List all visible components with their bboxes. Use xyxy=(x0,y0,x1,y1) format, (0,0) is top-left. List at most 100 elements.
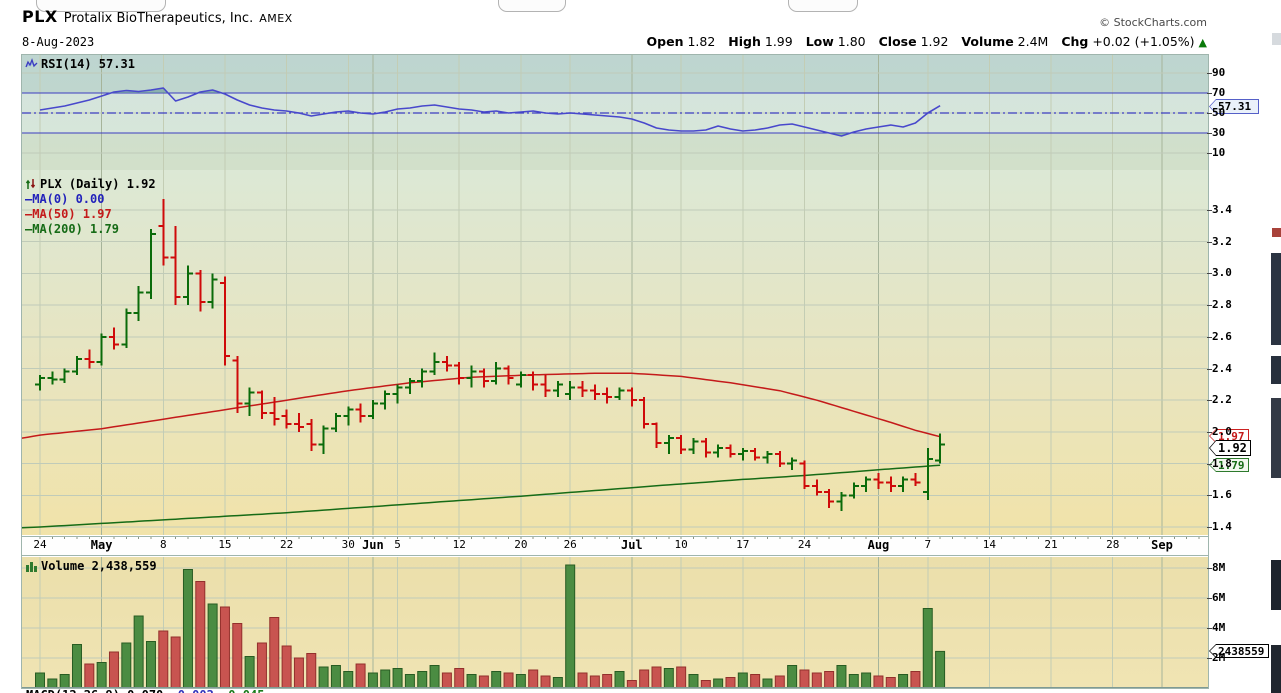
ma50-legend: —MA(50) 1.97 xyxy=(25,207,112,221)
price-axis-label: 3.0 xyxy=(1212,266,1232,280)
ma200-label: MA(200) 1.79 xyxy=(32,222,119,236)
volume-legend: Volume 2,438,559 xyxy=(25,559,157,575)
close-tag-text: 1.92 xyxy=(1218,441,1247,455)
axis-tick-mark xyxy=(1207,527,1212,528)
right-edge-artifact xyxy=(1272,33,1281,45)
axis-tick-mark xyxy=(1207,658,1212,659)
axis-tick-mark xyxy=(1207,400,1212,402)
axis-tick-mark xyxy=(1207,210,1212,211)
date-axis-label: 17 xyxy=(736,538,750,551)
ma0-label: MA(0) 0.00 xyxy=(32,192,105,206)
price-axis-label: 2.2 xyxy=(1212,393,1232,407)
low-label: Low xyxy=(805,34,834,49)
ticker-symbol: PLX xyxy=(22,7,58,26)
axis-tick-mark xyxy=(1207,336,1212,338)
date-axis-label: 24 xyxy=(33,538,47,551)
axis-tick-mark xyxy=(1207,628,1212,629)
volume-label: Volume xyxy=(961,34,1014,49)
date-axis-label: 15 xyxy=(218,538,232,551)
date-axis-label: 26 xyxy=(563,538,577,551)
date-axis-label: 20 xyxy=(514,538,528,551)
axis-tick-mark xyxy=(1207,241,1212,243)
date-axis-label: 14 xyxy=(982,538,997,551)
volume-panel xyxy=(22,557,1208,688)
volume-axis-label: 6M xyxy=(1212,591,1226,604)
axis-tick-mark xyxy=(1207,153,1212,154)
chart-header: PLX Protalix BioTherapeutics, Inc. AMEX xyxy=(22,7,293,26)
volume-axis-label: 2M xyxy=(1212,651,1226,664)
top-cutoff-button[interactable] xyxy=(788,0,858,12)
right-edge-artifact xyxy=(1271,560,1281,610)
volume-legend-label: Volume 2,438,559 xyxy=(41,559,157,573)
rsi-axis-label: 70 xyxy=(1212,86,1226,99)
macd-value2: 0.002, xyxy=(171,688,221,693)
ma200-legend: —MA(200) 1.79 xyxy=(25,222,119,236)
top-cutoff-tab[interactable] xyxy=(498,0,566,12)
date-axis-label: Sep xyxy=(1151,538,1173,552)
close-value-tag: 1.92 xyxy=(1209,440,1251,456)
date-axis-label: 7 xyxy=(924,538,932,551)
copyright-note: © StockCharts.com xyxy=(1099,16,1207,29)
right-edge-artifact xyxy=(1271,356,1281,384)
price-axis-label: 1.8 xyxy=(1212,456,1232,470)
axis-tick-mark xyxy=(1207,93,1212,94)
price-axis-label: 3.4 xyxy=(1212,203,1232,216)
ma50-label: MA(50) 1.97 xyxy=(32,207,112,221)
rsi-legend-label: RSI(14) 57.31 xyxy=(41,57,135,71)
axis-tick-mark xyxy=(1207,368,1212,370)
date-axis-label: Aug xyxy=(867,538,890,552)
rsi-panel xyxy=(22,55,1208,170)
date-axis-label: 5 xyxy=(394,538,401,551)
price-panel xyxy=(22,170,1208,535)
chg-label: Chg xyxy=(1061,34,1089,49)
axis-tick-mark xyxy=(1207,598,1212,599)
macd-value1: 0.070, xyxy=(120,688,170,693)
price-axis-label: 1.6 xyxy=(1212,488,1232,502)
date-axis-label: Jul xyxy=(620,538,643,552)
date-axis-label: 22 xyxy=(279,538,294,551)
volume-axis-label: 4M xyxy=(1212,621,1226,634)
axis-tick-mark xyxy=(1207,463,1212,465)
right-edge-artifact xyxy=(1272,228,1281,237)
chg-value: +0.02 (+1.05%) xyxy=(1092,34,1195,49)
right-edge-artifact xyxy=(1271,398,1281,478)
clipped-macd-legend: MACD(12,26,9) 0.070, 0.002, 0.045 xyxy=(26,688,264,693)
close-value: 1.92 xyxy=(920,34,949,49)
rsi-wave-icon xyxy=(25,58,38,73)
rsi-axis-label: 30 xyxy=(1212,126,1226,139)
axis-tick-mark xyxy=(1207,113,1212,114)
axis-tick-mark xyxy=(1207,431,1212,433)
right-edge-artifact xyxy=(1271,645,1281,693)
macd-value3: 0.045 xyxy=(221,688,264,693)
axis-tick-mark xyxy=(1207,305,1212,307)
volume-value: 2.4M xyxy=(1017,34,1049,49)
price-legend-label: PLX (Daily) 1.92 xyxy=(40,177,156,191)
rsi-plot xyxy=(22,55,1208,170)
stockcharts-daily-chart: PLX Protalix BioTherapeutics, Inc. AMEX © … xyxy=(0,0,1281,693)
price-axis-label: 2.8 xyxy=(1212,298,1232,312)
axis-tick-mark xyxy=(1207,568,1212,569)
open-value: 1.82 xyxy=(687,34,716,49)
rsi-legend: RSI(14) 57.31 xyxy=(25,57,135,73)
low-value: 1.80 xyxy=(837,34,866,49)
axis-tick-mark xyxy=(1207,273,1212,275)
date-axis-label: 24 xyxy=(797,538,812,551)
date-axis-label: 10 xyxy=(674,538,688,551)
right-edge-artifact xyxy=(1271,253,1281,345)
volume-bars-icon xyxy=(25,560,38,575)
date-axis-label: May xyxy=(90,538,113,552)
up-arrow-icon: ▲ xyxy=(1198,36,1207,49)
close-label: Close xyxy=(878,34,917,49)
volume-plot xyxy=(22,557,1208,688)
updown-arrows-icon xyxy=(25,178,37,193)
rsi-axis-label: 50 xyxy=(1212,106,1226,119)
volume-axis-label: 8M xyxy=(1212,561,1226,574)
date-axis-label: 28 xyxy=(1106,538,1120,551)
price-axis-label: 3.2 xyxy=(1212,234,1232,248)
price-plot xyxy=(22,170,1208,535)
macd-label: MACD(12,26,9) xyxy=(26,688,120,693)
ma0-legend: —MA(0) 0.00 xyxy=(25,192,104,206)
quote-summary: Open 1.82 High 1.99 Low 1.80 Close 1.92 … xyxy=(638,34,1207,49)
price-axis-label: 2.4 xyxy=(1212,361,1232,375)
rsi-axis-label: 90 xyxy=(1212,66,1226,79)
